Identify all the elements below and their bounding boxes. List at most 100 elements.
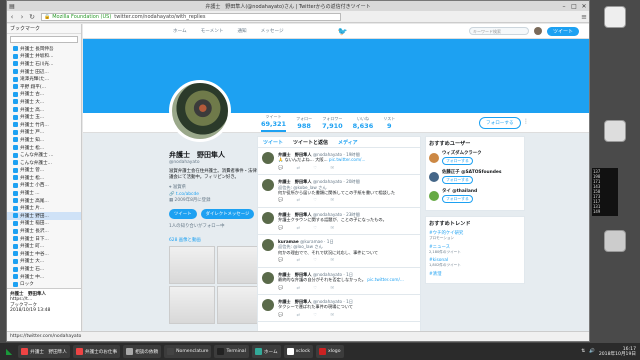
followers-you-know[interactable]: 1人の知り合いがフォロー中 — [169, 223, 269, 229]
bookmark-item[interactable]: 弁護士 ... — [7, 189, 81, 197]
bookmark-item[interactable]: 弁護士 長岡伸吾 — [7, 45, 81, 53]
forward-icon[interactable]: › — [17, 13, 27, 21]
taskbar-item[interactable]: Terminal — [214, 345, 249, 358]
trend-item[interactable]: #ウチ的ケイ研究 プロモーション — [429, 230, 521, 241]
profile-avatar[interactable] — [169, 80, 231, 142]
reply-icon[interactable]: 💬 — [278, 257, 289, 262]
bookmark-item[interactable]: 弁護士 野田... — [7, 212, 81, 220]
bookmark-item[interactable]: 弁護士 石川光... — [7, 60, 81, 68]
desktop-icon[interactable] — [604, 230, 626, 252]
bookmark-item[interactable]: 平野 翔平(... — [7, 83, 81, 91]
reply-icon[interactable]: 💬 — [278, 165, 289, 170]
tweet[interactable]: 弁護士 野田隼人 @nodahayato · 19時間 🙏 ないんだよね… 大阪.… — [258, 148, 420, 176]
stat-followers[interactable]: フォロワー 7,910 — [322, 116, 343, 132]
media-thumbnail[interactable] — [169, 245, 215, 284]
bookmark-item[interactable]: 弁護士 大... — [7, 98, 81, 106]
bookmark-item[interactable]: 弁護士 日下... — [7, 235, 81, 243]
retweet-icon[interactable]: ⇄ — [297, 165, 307, 170]
reply-icon[interactable]: 💬 — [278, 225, 289, 230]
message-icon[interactable]: ✉ — [331, 225, 341, 230]
stat-likes[interactable]: いいね 8,636 — [353, 116, 374, 132]
reply-icon[interactable]: 💬 — [278, 285, 289, 290]
avatar[interactable] — [533, 27, 542, 35]
like-icon[interactable]: ♡ — [313, 285, 323, 290]
tweet-link[interactable]: pic.twitter.com/... — [367, 277, 404, 282]
bookmark-item[interactable]: ロック — [7, 280, 81, 288]
bookmark-item[interactable]: 弁護士 知... — [7, 136, 81, 144]
profile-link[interactable]: t.co/abcde — [176, 192, 199, 197]
volume-icon[interactable]: 🔊 — [589, 349, 595, 354]
like-icon[interactable]: ♡ — [313, 197, 323, 202]
nav-home[interactable]: ホーム — [173, 28, 187, 34]
media-link[interactable]: 628 画像と動画 — [169, 237, 269, 243]
recommend-follow-button[interactable]: フォローする — [442, 176, 473, 184]
avatar[interactable] — [262, 179, 274, 192]
desktop-icon[interactable] — [604, 6, 626, 28]
bookmark-item[interactable]: 弁護士 小西... — [7, 182, 81, 190]
bookmark-item[interactable]: こんな弁護士... — [7, 159, 81, 167]
retweet-icon[interactable]: ⇄ — [297, 285, 307, 290]
profile-handle[interactable]: @nodahayato — [169, 160, 269, 165]
reply-icon[interactable]: 💬 — [278, 312, 289, 317]
bookmark-item[interactable]: 弁護士 戸... — [7, 129, 81, 137]
bookmark-item[interactable]: 弁護士 玉... — [7, 113, 81, 121]
tab-tweets[interactable]: ツイート — [263, 139, 283, 146]
more-options-icon[interactable]: ⋮ — [523, 118, 529, 125]
tweet-button[interactable]: ツイート — [546, 26, 579, 36]
tweet[interactable]: 弁護士 野田隼人 @nodahayato · 1日 タクシーで運ばれた事件の現場に… — [258, 295, 420, 323]
taskbar-item[interactable]: 弁護士のお仕事 — [72, 345, 121, 358]
recommended-user-name[interactable]: ウィズダムクラーク — [442, 150, 482, 156]
recommend-follow-button[interactable]: フォローする — [442, 157, 473, 165]
trend-item[interactable]: #清澄 — [429, 271, 521, 277]
terminal-window[interactable]: 137 198 171 143 158 173 117 131 149 — [592, 168, 618, 216]
taskbar-item[interactable]: ホーム — [251, 345, 281, 358]
menu-icon[interactable]: ≡ — [579, 13, 589, 21]
bookmark-item[interactable]: 弁護士 田辺... — [7, 68, 81, 76]
taskbar-item[interactable]: 弁護士 野田隼人 — [18, 345, 70, 358]
bookmark-item[interactable]: 弁護士 石... — [7, 265, 81, 273]
avatar[interactable] — [262, 211, 274, 224]
bookmark-item[interactable]: 弁護士 稲田... — [7, 220, 81, 228]
start-menu-icon[interactable]: ◣ — [3, 345, 16, 358]
tweet-author[interactable]: 弁護士 野田隼人 — [278, 179, 312, 184]
like-icon[interactable]: ♡ — [313, 225, 323, 230]
nav-moments[interactable]: モーメント — [201, 28, 224, 34]
retweet-icon[interactable]: ⇄ — [297, 312, 307, 317]
taskbar-item[interactable]: Nomenclature — [164, 345, 212, 358]
back-icon[interactable]: ‹ — [7, 13, 17, 21]
avatar[interactable] — [262, 298, 274, 311]
message-icon[interactable]: ✉ — [331, 285, 341, 290]
profile-tweet-button[interactable]: ツイート — [169, 208, 197, 219]
taskbar-item[interactable]: 相談の依頼 — [123, 345, 162, 358]
avatar[interactable] — [429, 152, 439, 163]
recommended-user-name[interactable]: 佐藤正子 @SATOSfoundes — [442, 169, 502, 175]
nav-notifications[interactable]: 通知 — [237, 28, 246, 34]
recommend-follow-button[interactable]: フォローする — [442, 195, 473, 203]
bookmark-item[interactable]: 弁護士 中谷... — [7, 250, 81, 258]
maximize-icon[interactable]: □ — [569, 3, 579, 10]
like-icon[interactable]: ♡ — [313, 312, 323, 317]
url-bar[interactable]: 🔒 Mozilla Foundation (US) twitter.com/no… — [41, 12, 341, 21]
reply-icon[interactable]: 💬 — [278, 197, 289, 202]
direct-message-button[interactable]: ダイレクトメッセージ — [200, 208, 255, 219]
tweet-author[interactable]: 弁護士 野田隼人 — [278, 272, 312, 277]
minimize-icon[interactable]: – — [559, 3, 569, 10]
retweet-icon[interactable]: ⇄ — [297, 197, 307, 202]
bookmark-item[interactable]: 弁護士 竹内... — [7, 121, 81, 129]
bookmark-item[interactable]: 弁護士 町... — [7, 242, 81, 250]
bookmark-item[interactable]: 弁護士 高尾... — [7, 197, 81, 205]
message-icon[interactable]: ✉ — [331, 257, 341, 262]
follow-button[interactable]: フォローする — [479, 117, 521, 129]
avatar[interactable] — [262, 239, 274, 252]
stat-tweets[interactable]: ツイート 69,321 — [261, 114, 287, 132]
trend-tag[interactable]: #清澄 — [429, 271, 521, 277]
twitter-bird-icon[interactable]: 🐦 — [338, 27, 348, 36]
stat-following[interactable]: フォロー 988 — [296, 116, 312, 132]
tweet[interactable]: kuramae @kuramae · 1日 返信先: @loo_law さん 何かの… — [258, 235, 420, 268]
message-icon[interactable]: ✉ — [331, 312, 341, 317]
bookmark-item[interactable]: 弁護士 古... — [7, 91, 81, 99]
tweet[interactable]: 弁護士 野田隼人 @nodahayato · 1日 最終的な弁護の自分がそれを否定… — [258, 268, 420, 295]
bookmark-item[interactable]: 弁護士 松... — [7, 144, 81, 152]
bookmark-item[interactable]: 弁護士 松... — [7, 174, 81, 182]
reload-icon[interactable]: ↻ — [27, 13, 37, 21]
